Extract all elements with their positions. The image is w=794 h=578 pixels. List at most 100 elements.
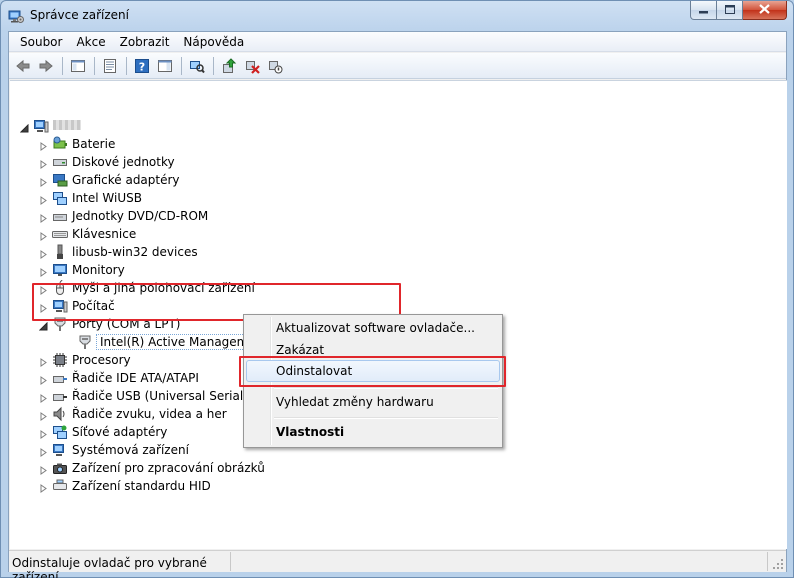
expander-collapsed-icon[interactable]: [39, 410, 48, 421]
expander-collapsed-icon[interactable]: [39, 392, 48, 403]
uninstall-button[interactable]: [241, 55, 263, 77]
menu-soubor[interactable]: Soubor: [13, 32, 69, 52]
tree-item[interactable]: Diskové jednotky: [39, 153, 439, 171]
menu-separator: [274, 417, 498, 419]
device-manager-icon: [8, 8, 24, 24]
menu-zobrazit[interactable]: Zobrazit: [113, 32, 177, 52]
properties-button[interactable]: [99, 55, 121, 77]
expander-collapsed-icon[interactable]: [39, 266, 48, 277]
tree-item-label: Intel WiUSB: [72, 191, 142, 205]
toolbar-separator: [62, 56, 63, 75]
menu-akce[interactable]: Akce: [69, 32, 112, 52]
expander-collapsed-icon[interactable]: [39, 230, 48, 241]
tree-item-label: Řadiče zvuku, videa a her: [72, 407, 227, 421]
menu-item-update-driver[interactable]: Aktualizovat software ovladače...: [246, 317, 500, 339]
tree-item-label: Monitory: [72, 263, 125, 277]
usb-plug-icon: [52, 244, 68, 260]
tree-item-label: Diskové jednotky: [72, 155, 175, 169]
tree-root[interactable]: [19, 117, 220, 135]
menu-separator: [274, 387, 498, 389]
device-manager-window: Správce zařízení Soubor Akce Zobrazit Ná…: [0, 0, 794, 578]
port-icon: [77, 334, 93, 350]
tree-item[interactable]: libusb-win32 devices: [39, 243, 439, 261]
camera-icon: [52, 460, 68, 476]
ide-controller-icon: [52, 370, 68, 386]
window-title: Správce zařízení: [30, 8, 129, 22]
expander-expanded-icon[interactable]: [38, 320, 48, 331]
tree-item[interactable]: Intel WiUSB: [39, 189, 439, 207]
minimize-icon: [699, 3, 708, 17]
maximize-button[interactable]: [717, 1, 743, 20]
show-hide-console-tree-button[interactable]: [67, 55, 89, 77]
expander-collapsed-icon[interactable]: [39, 140, 48, 151]
toolbar-separator: [181, 56, 182, 75]
back-button[interactable]: [12, 55, 34, 77]
status-text: Odinstaluje ovladač pro vybrané zařízení…: [12, 556, 207, 578]
forward-icon: [39, 59, 53, 72]
update-driver-button[interactable]: [218, 55, 240, 77]
tree-item-label: Řadiče IDE ATA/ATAPI: [72, 371, 199, 385]
toolbar-separator: [213, 56, 214, 75]
menu-napoveda[interactable]: Nápověda: [176, 32, 251, 52]
tree-item[interactable]: Baterie: [39, 135, 439, 153]
disable-button[interactable]: [264, 55, 286, 77]
update-driver-icon: [223, 57, 237, 73]
close-button[interactable]: [743, 1, 787, 20]
back-icon: [16, 59, 30, 72]
battery-icon: [52, 136, 68, 152]
expander-expanded-icon[interactable]: [19, 122, 29, 133]
show-action-pane-button[interactable]: [154, 55, 176, 77]
title-bar[interactable]: Správce zařízení: [1, 1, 793, 31]
help-button[interactable]: ?: [131, 55, 153, 77]
tree-item-label: Systémová zařízení: [72, 443, 189, 457]
menu-item-properties[interactable]: Vlastnosti: [246, 421, 500, 443]
status-bar: Odinstaluje ovladač pro vybrané zařízení…: [9, 550, 786, 578]
properties-icon: [104, 58, 116, 73]
tree-item-label: Grafické adaptéry: [72, 173, 180, 187]
expander-collapsed-icon[interactable]: [39, 446, 48, 457]
status-pane-secondary: [234, 552, 768, 571]
show-hide-console-tree-icon: [71, 59, 85, 72]
resize-grip-icon[interactable]: [772, 558, 784, 570]
show-action-pane-icon: [158, 59, 172, 72]
tree-item[interactable]: Zařízení pro zpracování obrázků: [39, 459, 439, 477]
toolbar: ?: [9, 53, 786, 79]
expander-collapsed-icon[interactable]: [39, 356, 48, 367]
tree-item-label: Baterie: [72, 137, 116, 151]
usb-controller-icon: [52, 388, 68, 404]
expander-collapsed-icon[interactable]: [39, 194, 48, 205]
forward-button[interactable]: [35, 55, 57, 77]
expander-collapsed-icon[interactable]: [39, 374, 48, 385]
tree-item[interactable]: Grafické adaptéry: [39, 171, 439, 189]
dvd-drive-icon: [52, 208, 68, 224]
monitor-icon: [52, 262, 68, 278]
scan-hardware-button[interactable]: [186, 55, 208, 77]
tree-item[interactable]: Klávesnice: [39, 225, 439, 243]
uninstall-highlight-box: [239, 356, 506, 387]
tree-item[interactable]: Monitory: [39, 261, 439, 279]
tree-item-label: Procesory: [72, 353, 131, 367]
expander-collapsed-icon[interactable]: [39, 464, 48, 475]
tree-item[interactable]: Jednotky DVD/CD-ROM: [39, 207, 439, 225]
tree-item-label: libusb-win32 devices: [72, 245, 198, 259]
expander-collapsed-icon[interactable]: [39, 158, 48, 169]
expander-collapsed-icon[interactable]: [39, 248, 48, 259]
menu-item-scan-hardware[interactable]: Vyhledat změny hardwaru: [246, 391, 500, 413]
blurred-computer-name: [53, 120, 81, 130]
minimize-button[interactable]: [690, 1, 717, 20]
toolbar-separator: [126, 56, 127, 75]
expander-collapsed-icon[interactable]: [39, 176, 48, 187]
sound-icon: [52, 406, 68, 422]
hid-icon: [52, 478, 68, 494]
system-device-icon: [52, 442, 68, 458]
expander-collapsed-icon[interactable]: [39, 482, 48, 493]
display-adapter-icon: [52, 172, 68, 188]
tree-item-label: Klávesnice: [72, 227, 137, 241]
expander-collapsed-icon[interactable]: [39, 428, 48, 439]
toolbar-separator: [94, 56, 95, 75]
processor-icon: [52, 352, 68, 368]
expander-collapsed-icon[interactable]: [39, 212, 48, 223]
help-icon: ?: [135, 58, 149, 73]
tree-item[interactable]: Zařízení standardu HID: [39, 477, 439, 495]
window-controls: [690, 1, 787, 21]
